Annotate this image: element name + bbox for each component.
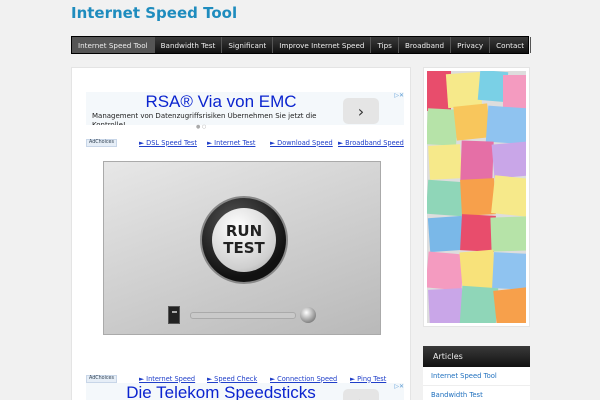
main-content: RSA® Via von EMC Management von Datenzug… [71,67,411,400]
widget-title: Articles [423,346,530,367]
globe-icon [300,307,316,323]
nav-item-contact[interactable]: Contact [490,37,532,53]
ad-link[interactable]: ► Broadband Speed [338,139,404,147]
nav-item-bandwidth-test[interactable]: Bandwidth Test [155,37,223,53]
ad-title[interactable]: RSA® Via von EMC [86,92,356,111]
nav-item-tips[interactable]: Tips [371,37,399,53]
articles-widget: Articles Internet Speed Tool Bandwidth T… [423,346,530,400]
nav-item-broadband[interactable]: Broadband [399,37,452,53]
server-icon [168,306,180,324]
sticky-notes-image [427,71,526,323]
ad-link[interactable]: ► DSL Speed Test [139,139,197,147]
ad-close-icon[interactable]: ▷✕ [394,92,404,99]
ad-link[interactable]: ► Internet Test [207,139,255,147]
article-link[interactable]: Internet Speed Tool [423,367,530,386]
ad-links-bottom: AdChoices ► Internet Speed ► Speed Check… [86,374,404,383]
main-nav: Internet Speed Tool Bandwidth Test Signi… [71,36,532,54]
ad-link[interactable]: ► Ping Test [350,375,386,383]
nav-item-improve-internet-speed[interactable]: Improve Internet Speed [273,37,372,53]
ad-text[interactable]: Management von Datenzugriffsrisiken Über… [92,112,347,125]
ad-arrow-button[interactable]: › [343,389,379,400]
adchoices-label[interactable]: AdChoices [86,374,117,383]
ad-links-top: AdChoices ► DSL Speed Test ► Internet Te… [86,138,404,147]
adchoices-label[interactable]: AdChoices [86,138,117,147]
nav-item-significant[interactable]: Significant [222,37,274,53]
ad-arrow-button[interactable]: › [343,98,379,124]
ad-link[interactable]: ► Download Speed [270,139,333,147]
nav-item-internet-speed-tool[interactable]: Internet Speed Tool [72,37,155,53]
ad-link[interactable]: ► Connection Speed [270,375,337,383]
ad-banner-top[interactable]: RSA® Via von EMC Management von Datenzug… [86,92,404,125]
sidebar-image [423,67,530,327]
ad-title[interactable]: Die Telekom Speedsticks [86,383,356,400]
speed-test-widget: RUN TEST [103,161,381,335]
article-link[interactable]: Bandwidth Test [423,386,530,400]
nav-item-privacy[interactable]: Privacy [451,37,491,53]
ad-banner-bottom[interactable]: Die Telekom Speedsticks › ▷✕ [86,383,404,400]
progress-bar [190,312,296,319]
run-test-button[interactable]: RUN TEST [200,196,288,284]
ad-link[interactable]: ► Speed Check [207,375,257,383]
run-test-face: RUN TEST [212,208,276,272]
ad-close-icon[interactable]: ▷✕ [394,383,404,390]
test-label: TEST [223,239,265,257]
ad-pager-dots[interactable]: ● ○ [196,124,206,130]
run-label: RUN [225,222,263,240]
ad-link[interactable]: ► Internet Speed [139,375,195,383]
site-title[interactable]: Internet Speed Tool [71,4,237,22]
